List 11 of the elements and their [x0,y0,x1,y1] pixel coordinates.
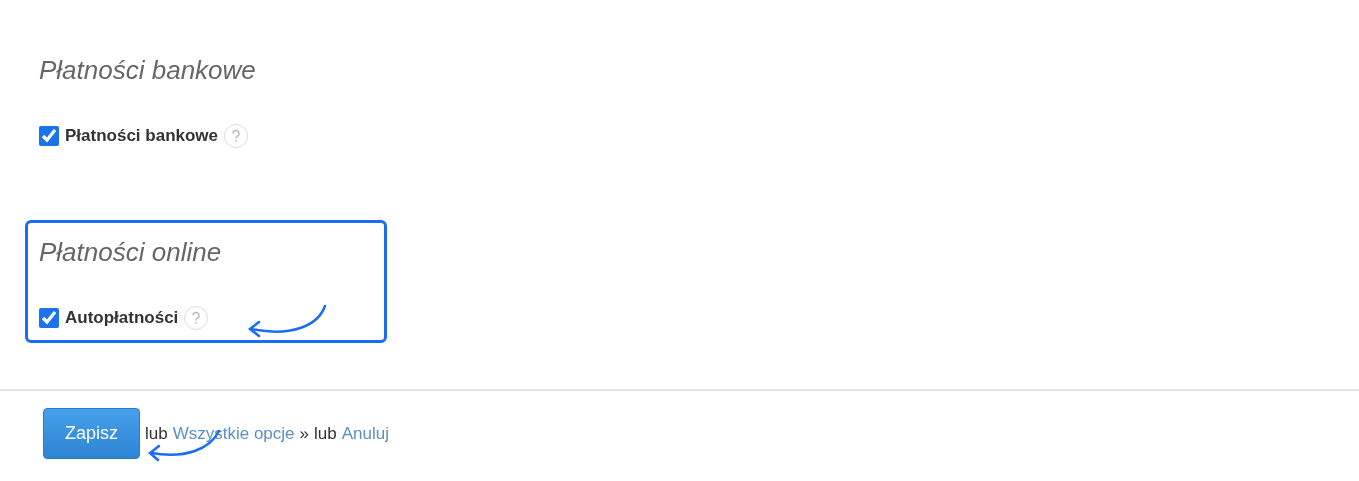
section-heading: Płatności bankowe [39,55,257,87]
separator-text: » [299,423,310,446]
separator-text: lub [314,423,337,446]
checkbox-label: Autopłatności [65,306,179,329]
section-heading: Płatności online [39,236,223,268]
checkbox[interactable] [39,125,59,146]
checkbox[interactable] [39,307,59,328]
link[interactable]: Anuluj [341,421,389,447]
save-button[interactable]: Zapisz [43,408,140,460]
separator-text: lub [145,423,168,446]
checkbox-label: Płatności bankowe [65,125,219,148]
